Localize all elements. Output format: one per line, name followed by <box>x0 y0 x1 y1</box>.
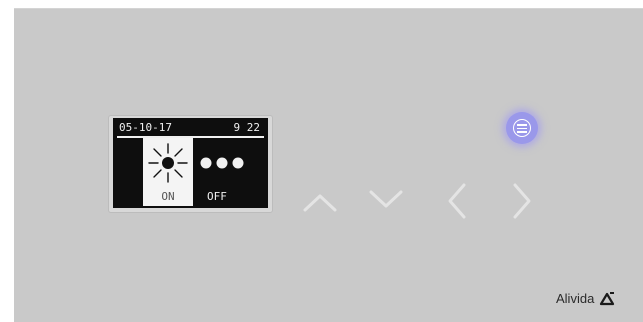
mode-off-option[interactable]: OFF <box>197 138 257 206</box>
on-label: ON <box>161 190 175 203</box>
menu-icon <box>513 119 531 137</box>
menu-button[interactable] <box>506 112 538 144</box>
brand-name: Alivida <box>556 291 595 306</box>
left-button[interactable] <box>437 181 477 221</box>
lcd-date: 05-10-17 <box>119 121 172 134</box>
chevron-down-icon <box>369 190 403 208</box>
right-button[interactable] <box>502 181 542 221</box>
chevron-left-icon <box>448 183 466 219</box>
alivida-logo-icon <box>600 291 615 305</box>
up-button[interactable] <box>300 183 340 223</box>
mode-on-option[interactable]: ON <box>143 138 193 206</box>
sun-icon <box>148 143 188 183</box>
down-button[interactable] <box>366 179 406 219</box>
chevron-right-icon <box>513 183 531 219</box>
off-label: OFF <box>207 190 227 203</box>
lcd-time: 9 22 <box>233 121 261 134</box>
lcd-display: 05-10-17 9 22 ON OFF <box>113 118 268 208</box>
brand-logo: Alivida <box>556 288 615 308</box>
dots-icon <box>200 157 244 169</box>
chevron-up-icon <box>303 194 337 212</box>
